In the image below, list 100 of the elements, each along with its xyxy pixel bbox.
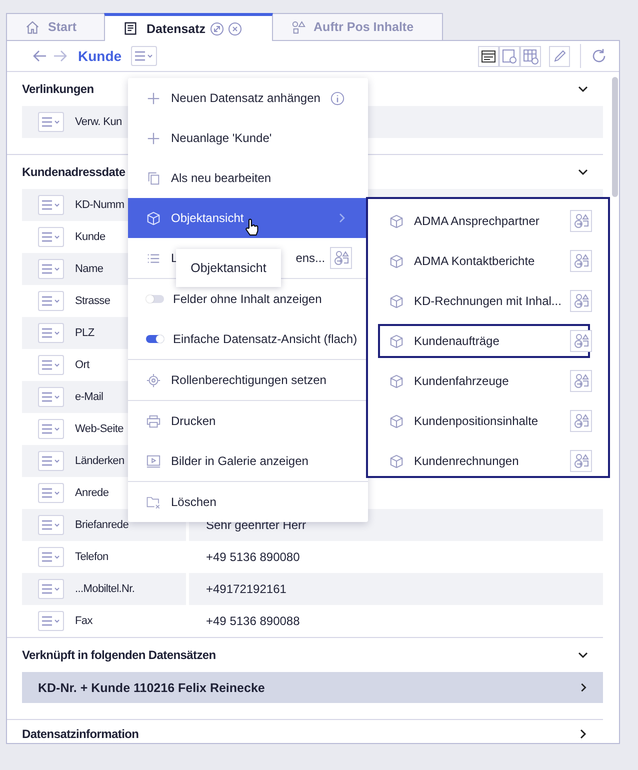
- object-link-icon[interactable]: [570, 290, 592, 312]
- row-menu-button[interactable]: [38, 547, 64, 567]
- row-menu-button[interactable]: [38, 483, 64, 503]
- cube-icon: [146, 210, 161, 226]
- object-link-icon[interactable]: [570, 370, 592, 392]
- menu-item[interactable]: Objektansicht: [128, 198, 368, 238]
- cube-icon: [389, 214, 404, 228]
- submenu-item[interactable]: Kundenfahrzeuge: [378, 364, 566, 398]
- menu-item[interactable]: Bilder in Galerie anzeigen: [128, 441, 368, 481]
- row-menu-button[interactable]: [38, 387, 64, 407]
- menu-caret-icon: [41, 552, 61, 562]
- menu-button[interactable]: [130, 46, 157, 66]
- row-menu-button[interactable]: [38, 355, 64, 375]
- row-menu-button[interactable]: [38, 419, 64, 439]
- cube-icon: [389, 294, 404, 308]
- tooltip: Objektansicht: [176, 249, 281, 287]
- menu-caret-icon: [41, 200, 61, 210]
- section-title: Verknüpft in folgenden Datensätzen: [22, 648, 216, 662]
- object-link-icon[interactable]: [570, 410, 592, 432]
- menu-caret-icon: [41, 424, 61, 434]
- menu-item[interactable]: Neuanlage 'Kunde': [128, 118, 368, 158]
- plus-icon: [146, 130, 161, 146]
- cube-icon: [389, 374, 404, 388]
- target-icon: [146, 372, 161, 388]
- menu-caret-icon: [41, 488, 61, 498]
- menu-item[interactable]: Einfache Datensatz-Ansicht (flach): [128, 319, 368, 359]
- submenu-item[interactable]: ADMA Ansprechpartner: [378, 204, 566, 238]
- forward-arrow-icon[interactable]: [53, 49, 67, 63]
- row-menu-button[interactable]: [38, 611, 64, 631]
- menu-caret-icon: [41, 360, 61, 370]
- menu-item-text[interactable]: ens...: [296, 251, 326, 265]
- chevron-right-icon: [578, 682, 589, 693]
- menu-caret-icon: [41, 117, 61, 127]
- submenu-item[interactable]: Kundenaufträge: [378, 324, 590, 358]
- toggle-switch[interactable]: [146, 335, 164, 343]
- section-title: Kundenadressdate: [22, 165, 126, 179]
- menu-item[interactable]: Als neu bearbeiten: [128, 158, 368, 198]
- scrollbar-thumb[interactable]: [612, 77, 618, 197]
- menu-caret-icon: [41, 328, 61, 338]
- row-menu-button[interactable]: [38, 112, 64, 132]
- submenu-item[interactable]: ADMA Kontaktberichte: [378, 244, 566, 278]
- expand-icon[interactable]: [210, 22, 224, 36]
- section-title: Datensatzinformation: [22, 727, 139, 741]
- row-menu-button[interactable]: [38, 195, 64, 215]
- home-icon: [25, 20, 40, 34]
- row-menu-button[interactable]: [38, 451, 64, 471]
- record-title: Kunde: [78, 48, 122, 64]
- menu-caret-icon: [41, 584, 61, 594]
- document-icon: [123, 21, 138, 36]
- object-link-icon[interactable]: [570, 450, 592, 472]
- menu-caret-icon: [41, 616, 61, 626]
- form-view-icon[interactable]: [478, 46, 499, 66]
- row-menu-button[interactable]: [38, 515, 64, 535]
- menu-item[interactable]: Drucken: [128, 401, 368, 441]
- object-link-icon[interactable]: [570, 330, 592, 352]
- cube-icon: [389, 254, 404, 268]
- section-title: Verlinkungen: [22, 82, 94, 96]
- field-label: Strasse: [75, 295, 110, 307]
- menu-caret-icon: [41, 264, 61, 274]
- field-label: KD-Numm: [75, 199, 124, 211]
- menu-item[interactable]: Neuen Datensatz anhängen: [128, 78, 368, 118]
- field-label: PLZ: [75, 327, 94, 339]
- shapes-icon: [290, 20, 306, 34]
- linked-record[interactable]: KD-Nr. + Kunde 110216 Felix Reinecke: [22, 672, 603, 703]
- menu-item[interactable]: Löschen: [128, 482, 368, 522]
- object-link-icon[interactable]: [570, 210, 592, 232]
- menu-caret-icon: [41, 296, 61, 306]
- field-label: Name: [75, 263, 104, 275]
- object-link-icon[interactable]: [330, 247, 352, 269]
- object-link-icon[interactable]: [570, 250, 592, 272]
- submenu-item[interactable]: Kundenpositionsinhalte: [378, 404, 566, 438]
- edit-icon[interactable]: [549, 46, 570, 66]
- row-menu-button[interactable]: [38, 227, 64, 247]
- field-value: +49 5136 890088: [206, 614, 300, 628]
- field-label: Briefanrede: [75, 519, 129, 531]
- menu-caret-icon: [41, 520, 61, 530]
- menu-caret-icon: [134, 51, 154, 61]
- submenu-item[interactable]: Kundenrechnungen: [378, 444, 566, 478]
- row-menu-button[interactable]: [38, 323, 64, 343]
- tab[interactable]: Datensatz: [104, 13, 273, 41]
- field-label: Anrede: [75, 487, 109, 499]
- grid-clock-icon[interactable]: [520, 46, 541, 66]
- refresh-icon[interactable]: [591, 48, 607, 64]
- toggle-switch[interactable]: [146, 295, 164, 303]
- menu-item[interactable]: Rollenberechtigungen setzen: [128, 360, 368, 400]
- close-icon[interactable]: [228, 22, 242, 36]
- field-label: ...Mobiltel.Nr.: [75, 583, 135, 595]
- back-arrow-icon[interactable]: [33, 49, 47, 63]
- cube-icon: [389, 454, 404, 468]
- field-label: Verw. Kun: [75, 116, 122, 128]
- row-menu-button[interactable]: [38, 579, 64, 599]
- submenu-item[interactable]: KD-Rechnungen mit Inhal...: [378, 284, 566, 318]
- field-label: Web-Seite: [75, 423, 124, 435]
- row-menu-button[interactable]: [38, 259, 64, 279]
- copy-icon: [146, 170, 161, 186]
- row-menu-button[interactable]: [38, 291, 64, 311]
- menu-caret-icon: [41, 392, 61, 402]
- cube-icon: [389, 334, 404, 348]
- info-icon[interactable]: [330, 90, 346, 106]
- plus-icon: [146, 90, 161, 106]
